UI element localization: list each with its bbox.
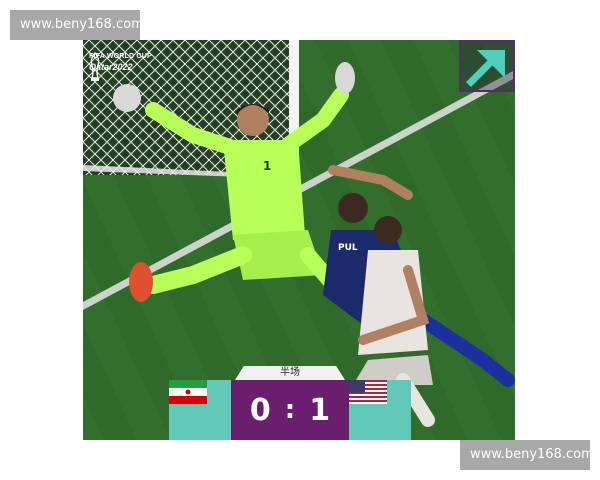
scoreboard: 半场 0 : 1: [169, 366, 411, 440]
watermark-bottom: www.beny168.com: [460, 440, 594, 470]
goalkeeper-number: 1: [263, 159, 271, 173]
watermark-top: www.beny168.com: [10, 10, 144, 40]
page: www.beny168.com 1 PUL FIFA WORLD CUP Qat…: [0, 0, 600, 480]
home-score: 0: [249, 392, 271, 428]
usa-flag-icon: [349, 380, 387, 404]
away-team-cell: [349, 380, 411, 440]
shirt-name: PUL: [338, 243, 358, 253]
score-separator: :: [284, 395, 296, 425]
away-score: 1: [309, 392, 331, 428]
match-photo: 1 PUL FIFA WORLD CUP Qatar2022 半场 0: 1: [83, 40, 515, 440]
world-cup-logo: FIFA WORLD CUP Qatar2022: [89, 52, 152, 81]
corner-arrow-badge: [459, 40, 515, 92]
iran-flag-icon: [169, 380, 207, 404]
home-team-cell: [169, 380, 231, 440]
arrow-up-right-icon: [466, 50, 505, 87]
period-label: 半场: [235, 366, 345, 380]
score-display: 0 : 1: [231, 380, 349, 440]
world-cup-trophy-icon: [90, 52, 100, 81]
